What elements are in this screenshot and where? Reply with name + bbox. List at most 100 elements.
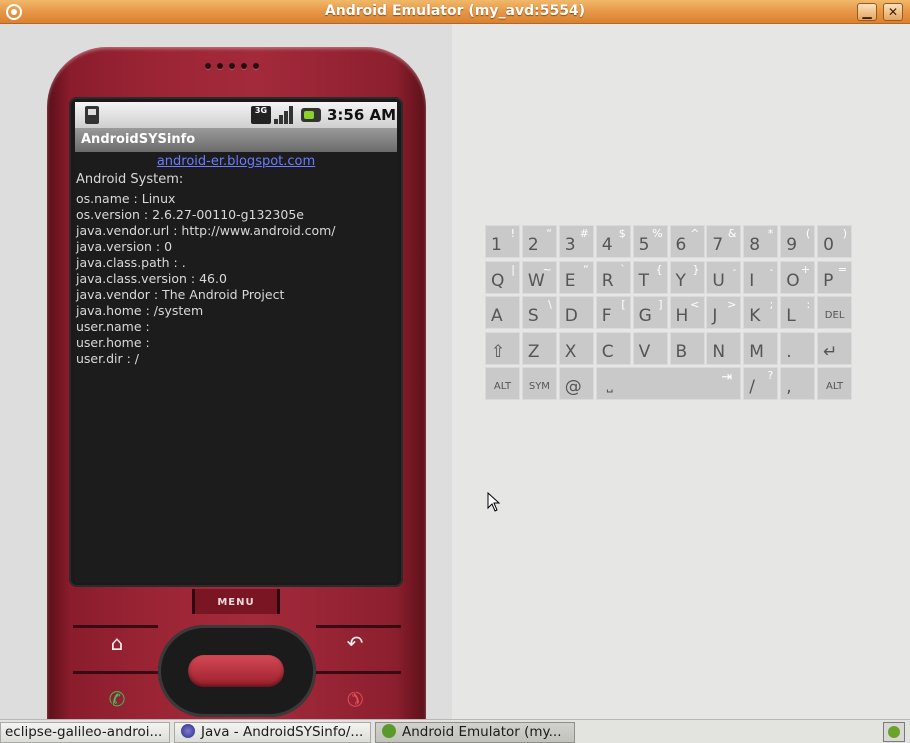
key-label: T <box>638 270 649 291</box>
key-label: 0 <box>823 235 834 255</box>
key-label: Z <box>527 341 540 362</box>
key-alt-label: ` <box>620 262 626 276</box>
key-label: D <box>564 306 578 327</box>
key-row2-4[interactable]: T{ <box>632 260 668 294</box>
key-row3-9[interactable]: DEL <box>817 296 853 330</box>
key-row1-4[interactable]: 5% <box>632 225 668 258</box>
key-row2-5[interactable]: Y} <box>669 260 705 294</box>
key-row4-6[interactable]: N <box>706 331 742 365</box>
key-row2-8[interactable]: O + <box>780 260 816 294</box>
taskbar: eclipse-galileo-androi... Java - Android… <box>0 719 910 743</box>
key-label: M <box>749 341 764 362</box>
key-row1-9[interactable]: 0) <box>817 225 853 258</box>
device-screen[interactable]: 3G 3:56 AM AndroidSYSinfo android-er.blo… <box>75 102 397 583</box>
key-label: 7 <box>712 235 724 255</box>
key-row4-8[interactable]: . <box>780 331 816 365</box>
trackball-dpad[interactable] <box>158 625 316 717</box>
key-row1-6[interactable]: 7 & <box>706 225 742 258</box>
taskbar-item-label: Java - AndroidSYSinfo/... <box>201 724 364 740</box>
key-alt-label: ) <box>842 227 848 240</box>
key-row2-9[interactable]: P = <box>817 260 853 294</box>
key-row2-3[interactable]: R ` <box>595 260 631 294</box>
key-row4-2[interactable]: X <box>558 331 594 365</box>
speaker-grille <box>205 63 259 69</box>
menu-button[interactable]: MENU <box>192 589 280 614</box>
end-call-icon[interactable]: ✆ <box>338 682 372 716</box>
key-row3-8[interactable]: L: <box>780 296 816 330</box>
key-row2-2[interactable]: E “ <box>558 260 594 294</box>
key-label: O <box>786 270 800 291</box>
key-label: SYM <box>528 381 550 393</box>
key-row4-3[interactable]: C <box>595 331 631 365</box>
home-icon[interactable]: ⌂ <box>105 631 129 655</box>
emulator-skin-area: 3G 3:56 AM AndroidSYSinfo android-er.blo… <box>0 24 452 743</box>
key-alt-label: “ <box>546 227 552 240</box>
blog-link[interactable]: android-er.blogspot.com <box>75 154 397 172</box>
key-comma[interactable]: , <box>780 367 816 401</box>
key-row1-7[interactable]: 8 * <box>743 225 779 258</box>
key-label: 3 <box>564 235 576 255</box>
key-alt-label: > <box>727 298 737 312</box>
key-alt-label: = <box>837 262 848 276</box>
key-row1-3[interactable]: 4 $ <box>595 225 631 258</box>
key-row4-0[interactable]: ⇧ <box>485 331 520 365</box>
key-at[interactable]: @ <box>558 367 594 401</box>
key-alt-label: - <box>769 262 774 276</box>
eclipse-icon <box>181 724 195 738</box>
property-user-name: user.name : <box>76 319 150 334</box>
property-java-vendor: java.vendor : The Android Project <box>76 287 285 302</box>
key-slash[interactable]: /? <box>743 367 779 401</box>
status-bar: 3G 3:56 AM <box>75 102 397 128</box>
key-row2-0[interactable]: Q | <box>485 260 520 294</box>
key-alt-left[interactable]: ALT <box>485 367 520 401</box>
key-row4-5[interactable]: B <box>669 331 705 365</box>
mouse-pointer-icon <box>487 492 501 512</box>
key-row1-0[interactable]: 1! <box>485 225 520 258</box>
key-row3-6[interactable]: J > <box>706 296 742 330</box>
key-row3-0[interactable]: A <box>485 296 520 330</box>
key-row2-7[interactable]: I- <box>743 260 779 294</box>
space-icon: ⎵ <box>606 375 613 394</box>
property-user-dir: user.dir : / <box>76 351 140 366</box>
taskbar-item-eclipse[interactable]: eclipse-galileo-androi... <box>0 722 170 743</box>
key-row3-2[interactable]: D <box>558 296 594 330</box>
key-row4-9[interactable]: ↵ <box>817 331 853 365</box>
key-row3-5[interactable]: H < <box>669 296 705 330</box>
key-row1-1[interactable]: 2 “ <box>521 225 557 258</box>
key-row2-6[interactable]: U- <box>706 260 742 294</box>
property-java-class-version: java.class.version : 46.0 <box>76 271 227 286</box>
key-row3-4[interactable]: G] <box>632 296 668 330</box>
key-label: S <box>527 306 539 327</box>
key-alt-label: ~ <box>542 262 552 276</box>
minimize-button[interactable]: ▁ <box>857 3 877 21</box>
key-row3-3[interactable]: F[ <box>595 296 631 330</box>
key-row4-7[interactable]: M <box>743 331 779 365</box>
back-icon[interactable]: ↶ <box>343 631 367 655</box>
window-titlebar[interactable]: Android Emulator (my_avd:5554) ▁ ✕ <box>0 0 910 24</box>
key-alt-right[interactable]: ALT <box>817 367 853 401</box>
key-row3-7[interactable]: K; <box>743 296 779 330</box>
key-alt-label: ( <box>805 227 811 240</box>
property-java-version: java.version : 0 <box>76 239 173 254</box>
key-alt-label: $ <box>618 227 626 240</box>
key-row1-2[interactable]: 3 # <box>558 225 594 258</box>
taskbar-item-emulator[interactable]: Android Emulator (my... <box>375 722 575 743</box>
call-icon[interactable]: ✆ <box>105 687 129 711</box>
key-row1-8[interactable]: 9( <box>780 225 816 258</box>
key-space[interactable]: ⎵ ⇥ <box>595 367 742 401</box>
key-row1-5[interactable]: 6 ^ <box>669 225 705 258</box>
divider-left <box>73 625 158 628</box>
key-label: B <box>675 341 688 362</box>
tray-android-icon[interactable] <box>883 722 905 742</box>
property-os-version: os.version : 2.6.27-00110-g132305e <box>76 207 304 222</box>
key-alt-label: ? <box>767 369 774 383</box>
taskbar-item-java[interactable]: Java - AndroidSYSinfo/... <box>174 722 371 743</box>
key-row2-1[interactable]: W ~ <box>521 260 557 294</box>
close-button[interactable]: ✕ <box>883 3 903 21</box>
trackball-center-button[interactable] <box>188 655 284 687</box>
key-row4-1[interactable]: Z <box>521 331 557 365</box>
key-row3-1[interactable]: S \ <box>521 296 557 330</box>
key-row4-4[interactable]: V <box>632 331 668 365</box>
key-label: @ <box>564 377 582 398</box>
key-sym[interactable]: SYM <box>521 367 557 401</box>
